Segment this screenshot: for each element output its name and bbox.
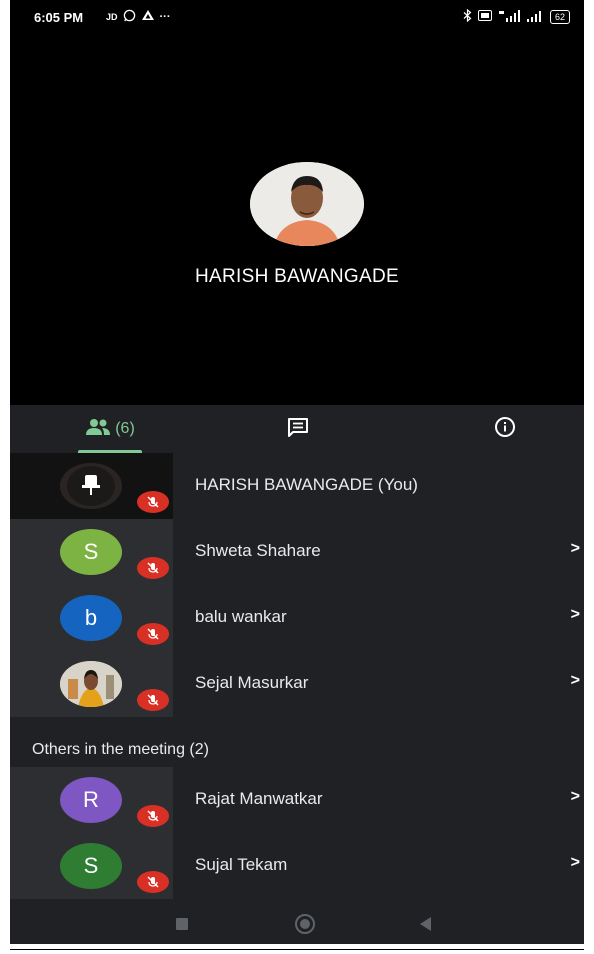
- chevron-right-icon[interactable]: >: [571, 788, 580, 806]
- bluetooth-icon: [463, 8, 472, 25]
- participant-name: balu wankar: [195, 607, 287, 626]
- participant-thumbnail: R: [10, 767, 173, 833]
- participant-name: Rajat Manwatkar: [195, 789, 323, 808]
- participant-thumbnail: [10, 651, 173, 717]
- signal-icon: [526, 10, 544, 25]
- participant-name: Shweta Shahare: [195, 541, 321, 560]
- avatar: b: [60, 595, 122, 641]
- back-button[interactable]: [420, 917, 431, 931]
- tab-chat[interactable]: [258, 405, 338, 453]
- tab-people[interactable]: (6): [60, 405, 160, 453]
- info-icon: [494, 416, 516, 443]
- participant-name: Sejal Masurkar: [195, 673, 309, 692]
- battery-icon: 62: [549, 10, 570, 24]
- status-bar: 6:05 PM JD ··· 62: [10, 0, 584, 36]
- mic-muted-icon: [137, 689, 169, 711]
- meeting-tabs: (6): [10, 405, 584, 453]
- participant-row[interactable]: b balu wankar >: [10, 585, 584, 651]
- participant-list: HARISH BAWANGADE (You) S Shweta Shahare …: [10, 453, 584, 903]
- participant-thumbnail: S: [10, 833, 173, 899]
- chevron-right-icon[interactable]: >: [571, 672, 580, 690]
- participant-row[interactable]: S Sujal Tekam >: [10, 833, 584, 899]
- participant-row-self[interactable]: HARISH BAWANGADE (You): [10, 453, 584, 519]
- tab-info[interactable]: [460, 405, 550, 453]
- avatar: S: [60, 529, 122, 575]
- more-dots-icon: ···: [159, 11, 171, 23]
- participant-name: HARISH BAWANGADE (You): [195, 475, 418, 494]
- participant-row[interactable]: S Shweta Shahare >: [10, 519, 584, 585]
- chevron-right-icon[interactable]: >: [571, 540, 580, 558]
- people-count: (6): [115, 420, 135, 437]
- avatar: S: [60, 843, 122, 889]
- avatar: [60, 463, 122, 509]
- speaker-avatar: [250, 162, 364, 246]
- participant-thumbnail: [10, 453, 173, 519]
- chat-icon: [287, 417, 309, 442]
- phone-screen: 6:05 PM JD ··· 62 HARISH BAWANGADE (6) H…: [10, 0, 584, 944]
- chevron-right-icon[interactable]: >: [571, 854, 580, 872]
- participant-row[interactable]: R Rajat Manwatkar >: [10, 767, 584, 833]
- mic-muted-icon: [137, 871, 169, 893]
- home-button[interactable]: [295, 914, 315, 934]
- speaker-name: HARISH BAWANGADE: [195, 266, 399, 287]
- system-nav-bar: [10, 903, 584, 944]
- participant-row[interactable]: Sejal Masurkar >: [10, 651, 584, 717]
- active-speaker-stage[interactable]: HARISH BAWANGADE: [10, 36, 584, 405]
- mic-muted-icon: [137, 805, 169, 827]
- avatar: [60, 661, 122, 707]
- participant-name: Sujal Tekam: [195, 855, 288, 874]
- jio-icon: JD: [106, 12, 118, 22]
- whatsapp-icon: [123, 9, 136, 25]
- volte-icon: [477, 10, 492, 24]
- mic-muted-icon: [137, 557, 169, 579]
- mic-muted-icon: [137, 623, 169, 645]
- people-icon: [85, 418, 111, 441]
- participant-thumbnail: S: [10, 519, 173, 585]
- others-section-label: Others in the meeting (2): [32, 741, 209, 758]
- status-time: 6:05 PM: [34, 10, 84, 25]
- divider: [10, 949, 584, 950]
- chevron-right-icon[interactable]: >: [571, 606, 580, 624]
- avatar: R: [60, 777, 122, 823]
- drive-icon: [141, 9, 155, 25]
- status-right-icons: 62: [463, 8, 570, 25]
- mic-muted-icon: [137, 491, 169, 513]
- status-left-icons: JD ···: [106, 9, 171, 25]
- signal-4g-icon: [498, 9, 520, 25]
- recents-button[interactable]: [176, 918, 188, 930]
- participant-thumbnail: b: [10, 585, 173, 651]
